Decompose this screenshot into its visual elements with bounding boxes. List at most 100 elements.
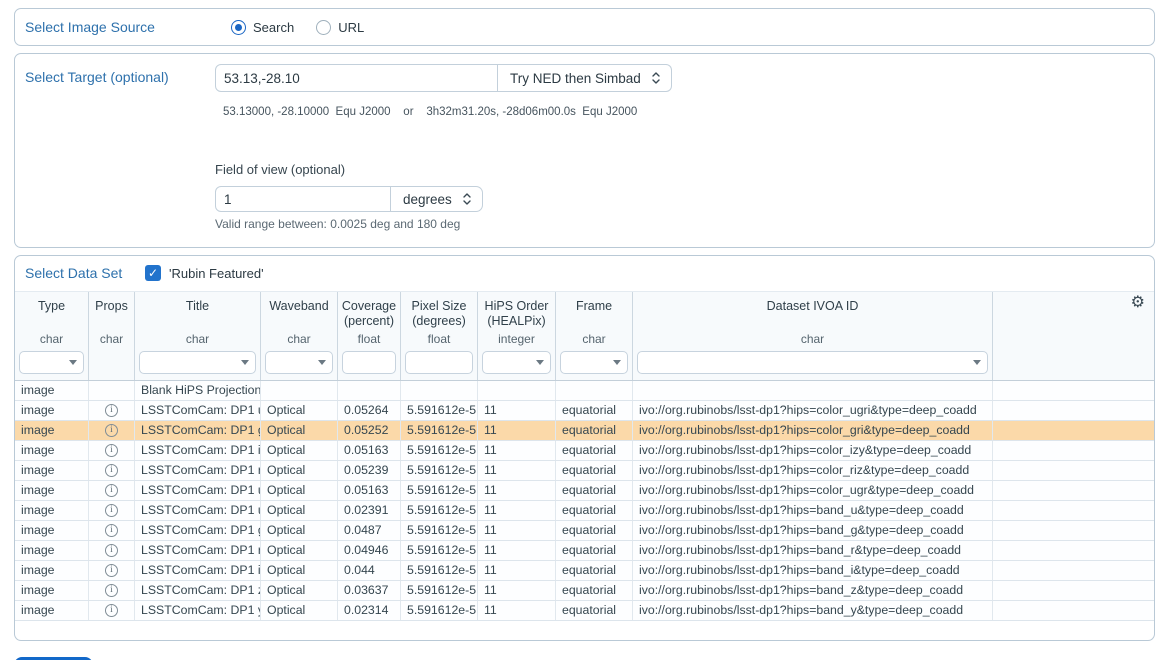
cell-waveband: Optical bbox=[261, 401, 338, 420]
table-row[interactable]: imageiLSSTComCam: DP1 yOptical0.023145.5… bbox=[15, 601, 1154, 621]
info-icon[interactable]: i bbox=[105, 424, 118, 437]
table-row[interactable]: imageiLSSTComCam: DP1 gOptical0.04875.59… bbox=[15, 521, 1154, 541]
column-label: Coverage(percent) bbox=[342, 299, 396, 332]
cell-pixel-size bbox=[401, 381, 478, 400]
info-icon[interactable]: i bbox=[105, 604, 118, 617]
info-icon[interactable]: i bbox=[105, 464, 118, 477]
checkbox-checked-icon: ✓ bbox=[145, 265, 161, 281]
cell-filler bbox=[993, 441, 1154, 460]
cell-ivoa-id: ivo://org.rubinobs/lsst-dp1?hips=band_i&… bbox=[633, 561, 993, 580]
column-label: Dataset IVOA ID bbox=[767, 299, 859, 332]
cell-type: image bbox=[15, 401, 89, 420]
table-row[interactable]: imageBlank HiPS Projection bbox=[15, 381, 1154, 401]
column-dtype: char bbox=[287, 332, 310, 350]
table-row[interactable]: imageiLSSTComCam: DP1 ugrOptical0.051635… bbox=[15, 481, 1154, 501]
info-icon[interactable]: i bbox=[105, 504, 118, 517]
column-header-dataset-ivoa-id: Dataset IVOA IDchar bbox=[633, 292, 993, 380]
image-source-panel: Select Image Source SearchURL bbox=[14, 8, 1155, 46]
cell-props: i bbox=[89, 401, 135, 420]
cell-pixel-size: 5.591612e-5 bbox=[401, 441, 478, 460]
chevron-down-icon bbox=[318, 360, 326, 365]
cell-waveband: Optical bbox=[261, 581, 338, 600]
resolved-coordinates-hint: 53.13000, -28.10000 Equ J2000 or 3h32m31… bbox=[223, 106, 1144, 118]
info-icon[interactable]: i bbox=[105, 564, 118, 577]
column-label: Type bbox=[38, 299, 65, 332]
table-options-gear-icon[interactable]: ⚙ bbox=[1131, 295, 1145, 311]
cell-title: LSSTComCam: DP1 y bbox=[135, 601, 261, 620]
cell-frame: equatorial bbox=[556, 601, 633, 620]
column-filter-input[interactable] bbox=[405, 351, 473, 374]
info-icon[interactable]: i bbox=[105, 404, 118, 417]
table-row[interactable]: imageiLSSTComCam: DP1 zOptical0.036375.5… bbox=[15, 581, 1154, 601]
dataset-panel: Select Data Set ✓ 'Rubin Featured' Typec… bbox=[14, 255, 1155, 641]
column-dtype: char bbox=[100, 332, 123, 350]
table-row[interactable]: imageiLSSTComCam: DP1 iOptical0.0445.591… bbox=[15, 561, 1154, 581]
target-panel: Select Target (optional) Try NED then Si… bbox=[14, 53, 1155, 248]
cell-coverage: 0.02314 bbox=[338, 601, 401, 620]
info-icon[interactable]: i bbox=[105, 444, 118, 457]
cell-hips-order: 11 bbox=[478, 581, 556, 600]
cell-ivoa-id: ivo://org.rubinobs/lsst-dp1?hips=band_y&… bbox=[633, 601, 993, 620]
table-row[interactable]: imageiLSSTComCam: DP1 ugriOptical0.05264… bbox=[15, 401, 1154, 421]
column-header-hips-order: HiPS Order(HEALPix)integer bbox=[478, 292, 556, 380]
dataset-table: TypecharPropscharTitlecharWavebandcharCo… bbox=[15, 291, 1154, 621]
cell-frame: equatorial bbox=[556, 481, 633, 500]
cell-title: LSSTComCam: DP1 izy bbox=[135, 441, 261, 460]
cell-filler bbox=[993, 421, 1154, 440]
cell-type: image bbox=[15, 601, 89, 620]
column-filter-select[interactable] bbox=[482, 351, 551, 374]
cell-pixel-size: 5.591612e-5 bbox=[401, 481, 478, 500]
column-filter-select[interactable] bbox=[560, 351, 628, 374]
image-search-page: Select Image Source SearchURL Select Tar… bbox=[0, 0, 1169, 660]
cell-title: LSSTComCam: DP1 g bbox=[135, 521, 261, 540]
cell-ivoa-id: ivo://org.rubinobs/lsst-dp1?hips=color_i… bbox=[633, 441, 993, 460]
table-row[interactable]: imageiLSSTComCam: DP1 rOptical0.049465.5… bbox=[15, 541, 1154, 561]
cell-filler bbox=[993, 541, 1154, 560]
table-row[interactable]: imageiLSSTComCam: DP1 uOptical0.023915.5… bbox=[15, 501, 1154, 521]
radio-option-search[interactable]: Search bbox=[231, 20, 294, 35]
cell-frame: equatorial bbox=[556, 421, 633, 440]
info-icon[interactable]: i bbox=[105, 484, 118, 497]
fov-label: Field of view (optional) bbox=[215, 162, 1144, 177]
info-icon[interactable]: i bbox=[105, 524, 118, 537]
cell-filler bbox=[993, 561, 1154, 580]
table-row[interactable]: imageiLSSTComCam: DP1 griOptical0.052525… bbox=[15, 421, 1154, 441]
cell-filler bbox=[993, 501, 1154, 520]
cell-waveband: Optical bbox=[261, 601, 338, 620]
column-filter-select[interactable] bbox=[637, 351, 988, 374]
cell-hips-order: 11 bbox=[478, 521, 556, 540]
cell-type: image bbox=[15, 421, 89, 440]
table-row[interactable]: imageiLSSTComCam: DP1 izyOptical0.051635… bbox=[15, 441, 1154, 461]
fov-unit-select[interactable]: degrees bbox=[391, 186, 483, 212]
cell-type: image bbox=[15, 441, 89, 460]
cell-coverage: 0.05252 bbox=[338, 421, 401, 440]
column-filter-select[interactable] bbox=[139, 351, 256, 374]
cell-waveband: Optical bbox=[261, 501, 338, 520]
radio-label: URL bbox=[338, 20, 364, 35]
cell-filler bbox=[993, 581, 1154, 600]
cell-props: i bbox=[89, 481, 135, 500]
table-row[interactable]: imageiLSSTComCam: DP1 rizOptical0.052395… bbox=[15, 461, 1154, 481]
dataset-table-header: TypecharPropscharTitlecharWavebandcharCo… bbox=[15, 292, 1154, 381]
info-icon[interactable]: i bbox=[105, 584, 118, 597]
column-header-coverage: Coverage(percent)float bbox=[338, 292, 401, 380]
column-filter-select[interactable] bbox=[19, 351, 84, 374]
column-filter-input[interactable] bbox=[342, 351, 396, 374]
column-filter-select[interactable] bbox=[265, 351, 333, 374]
column-sublabel: (HEALPix) bbox=[485, 314, 549, 329]
rubin-featured-checkbox[interactable]: ✓ 'Rubin Featured' bbox=[145, 265, 264, 281]
cell-coverage: 0.0487 bbox=[338, 521, 401, 540]
column-label: Pixel Size(degrees) bbox=[412, 299, 467, 332]
target-input[interactable] bbox=[215, 64, 498, 92]
info-icon[interactable]: i bbox=[105, 544, 118, 557]
fov-input[interactable] bbox=[215, 186, 391, 212]
cell-ivoa-id: ivo://org.rubinobs/lsst-dp1?hips=band_r&… bbox=[633, 541, 993, 560]
cell-props bbox=[89, 381, 135, 400]
cell-waveband: Optical bbox=[261, 481, 338, 500]
rubin-featured-label: 'Rubin Featured' bbox=[169, 266, 264, 281]
cell-coverage: 0.05163 bbox=[338, 481, 401, 500]
column-label: HiPS Order(HEALPix) bbox=[485, 299, 549, 332]
radio-option-url[interactable]: URL bbox=[316, 20, 364, 35]
resolver-select[interactable]: Try NED then Simbad bbox=[498, 64, 672, 92]
cell-pixel-size: 5.591612e-5 bbox=[401, 461, 478, 480]
